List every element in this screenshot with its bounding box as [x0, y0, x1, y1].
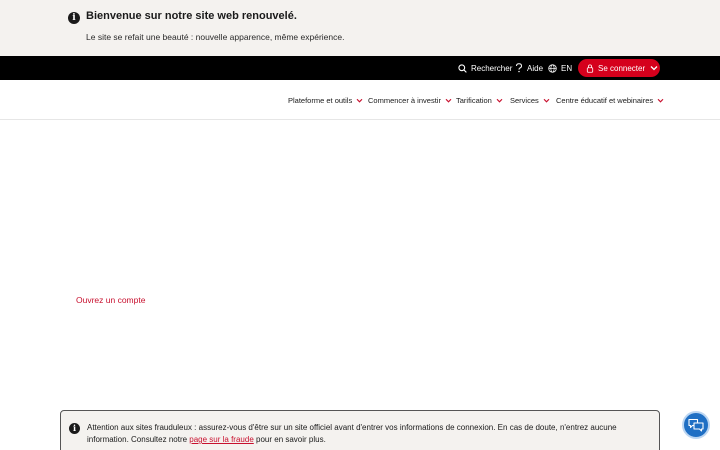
lock-icon [586, 63, 594, 73]
fraud-notice-text: Attention aux sites frauduleux : assurez… [87, 422, 647, 446]
info-icon: i [69, 423, 80, 434]
fraud-notice: i Attention aux sites frauduleux : assur… [60, 410, 660, 450]
nav-item-label: Centre éducatif et webinaires [556, 95, 654, 105]
nav-item-label: Services [510, 95, 539, 105]
nav-item-label: Plateforme et outils [288, 95, 353, 105]
banner-subtitle: Le site se refait une beauté : nouvelle … [86, 32, 345, 42]
main-navigation: Plateforme et outils Commencer à investi… [0, 80, 720, 120]
open-account-link[interactable]: Ouvrez un compte [76, 295, 145, 305]
globe-icon [548, 63, 557, 73]
help-link[interactable]: Aide [515, 56, 543, 80]
search-link[interactable]: Rechercher [458, 56, 512, 80]
chat-button[interactable] [682, 411, 710, 439]
nav-item-label: Tarification [456, 95, 492, 105]
nav-item-platform[interactable]: Plateforme et outils [288, 95, 363, 105]
nav-item-pricing[interactable]: Tarification [456, 95, 503, 105]
login-button[interactable]: Se connecter [578, 59, 660, 77]
chat-bubbles-icon [688, 418, 704, 432]
fraud-text-after: pour en savoir plus. [253, 435, 326, 444]
fraud-page-link[interactable]: page sur la fraude [189, 435, 254, 444]
fraud-text-before: Attention aux sites frauduleux : assurez… [87, 423, 617, 444]
nav-item-services[interactable]: Services [510, 95, 550, 105]
nav-item-label: Commencer à investir [368, 95, 441, 105]
language-switch[interactable]: EN [548, 56, 572, 80]
language-label: EN [561, 63, 573, 73]
chevron-down-icon [543, 98, 550, 103]
search-label: Rechercher [471, 63, 513, 73]
chevron-down-icon [650, 66, 658, 71]
chevron-down-icon [445, 98, 452, 103]
login-label: Se connecter [598, 63, 646, 73]
help-label: Aide [527, 63, 544, 73]
info-icon: i [68, 12, 80, 24]
banner-title: Bienvenue sur notre site web renouvelé. [86, 10, 297, 22]
nav-item-start-investing[interactable]: Commencer à investir [368, 95, 452, 105]
search-icon [458, 63, 467, 73]
chevron-down-icon [496, 98, 503, 103]
question-icon [516, 63, 523, 73]
chevron-down-icon [657, 98, 664, 103]
chevron-down-icon [356, 98, 363, 103]
welcome-banner: i Bienvenue sur notre site web renouvelé… [0, 0, 720, 56]
nav-item-education[interactable]: Centre éducatif et webinaires [556, 95, 664, 105]
